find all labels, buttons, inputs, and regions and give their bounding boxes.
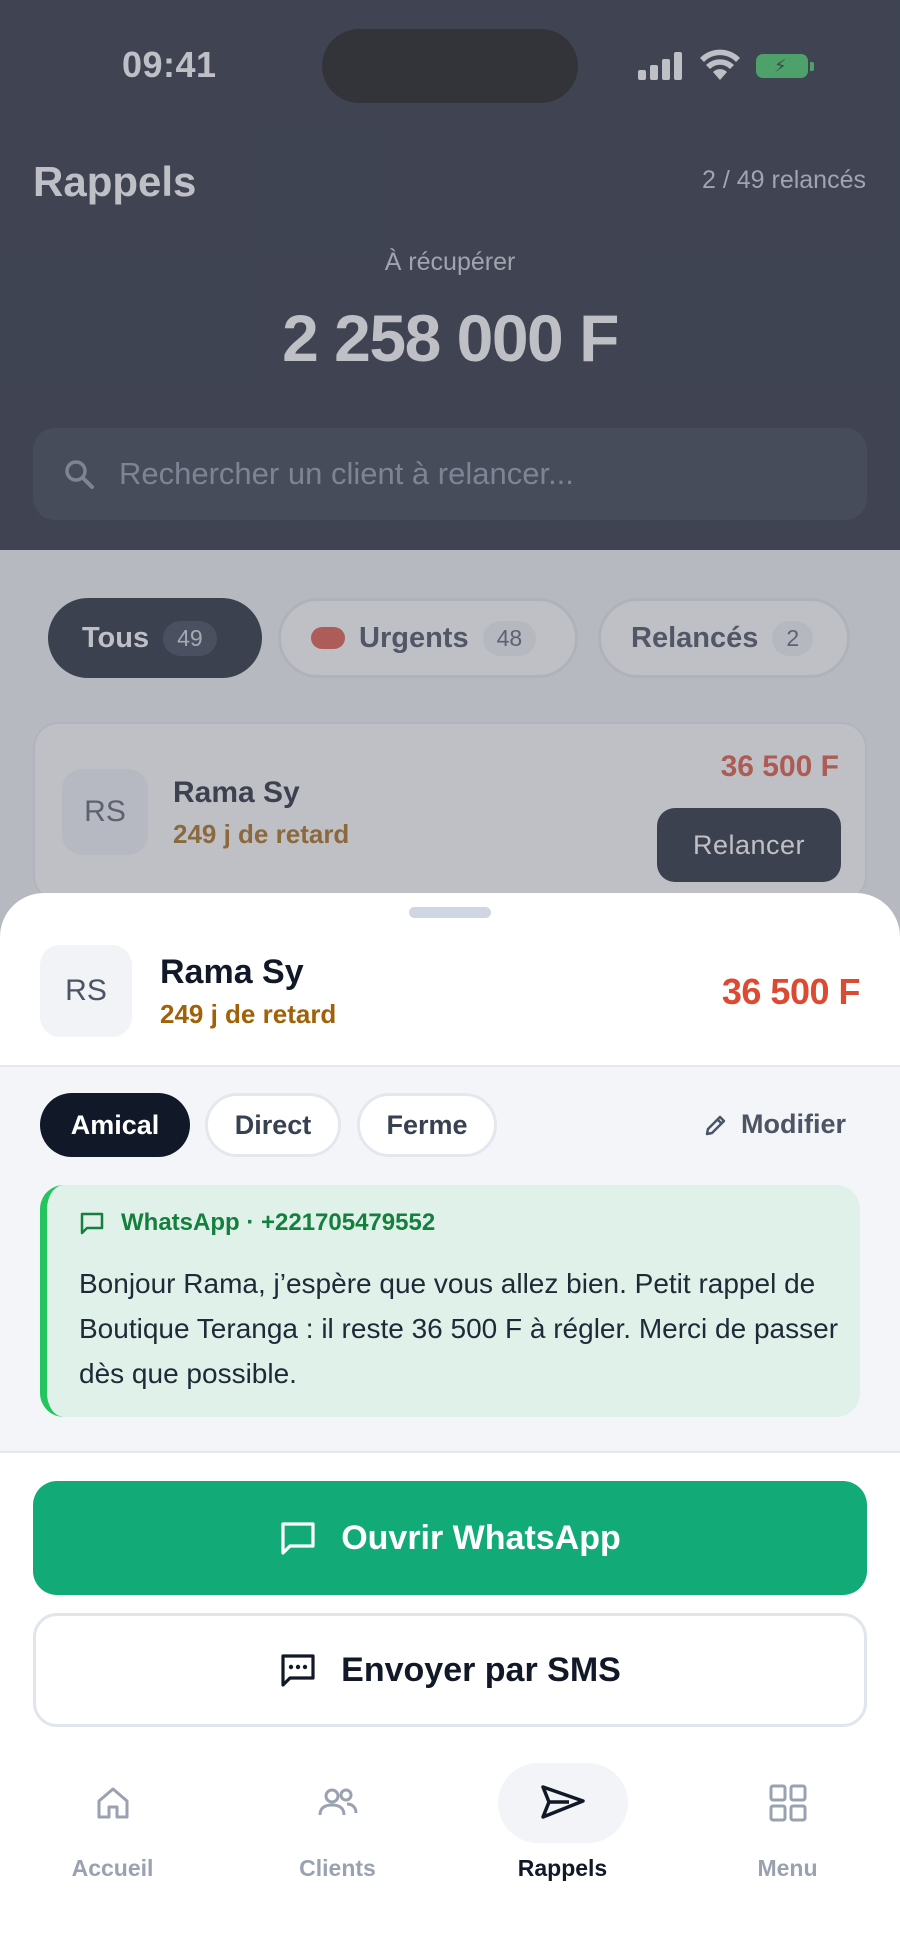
open-whatsapp-button[interactable]: Ouvrir WhatsApp [33,1481,867,1595]
message-composer: Amical Direct Ferme Modifier WhatsApp · … [0,1065,900,1453]
message-text: Bonjour Rama, j’espère que vous allez bi… [79,1268,839,1389]
nav-item-accueil[interactable]: Accueil [0,1748,225,1898]
chat-icon [80,1212,104,1235]
button-label: Envoyer par SMS [341,1650,621,1689]
chat-icon [281,1522,315,1555]
button-label: Ouvrir WhatsApp [341,1518,621,1557]
users-icon [273,1763,403,1843]
pencil-icon [705,1115,726,1135]
client-name: Rama Sy [160,953,304,991]
nav-label: Menu [757,1855,818,1881]
amount-due: 36 500 F [721,971,861,1012]
tone-direct-button[interactable]: Direct [205,1093,341,1157]
home-icon [48,1763,178,1843]
nav-label: Accueil [71,1855,154,1881]
send-sms-button[interactable]: Envoyer par SMS [33,1613,867,1727]
nav-item-rappels[interactable]: Rappels [450,1748,675,1898]
tone-amical-button[interactable]: Amical [40,1093,190,1157]
avatar: RS [40,945,132,1037]
grid-icon [723,1763,853,1843]
message-preview: WhatsApp · +221705479552 Bonjour Rama, j… [40,1185,860,1417]
nav-label: Clients [299,1855,376,1881]
message-channel: WhatsApp · +221705479552 [79,1209,435,1237]
reminder-bottom-sheet: RS Rama Sy 249 j de retard 36 500 F Amic… [0,893,900,1955]
days-late: 249 j de retard [160,999,337,1029]
nav-item-menu[interactable]: Menu [675,1748,900,1898]
channel-label: WhatsApp · +221705479552 [121,1209,436,1236]
sheet-drag-handle[interactable] [409,907,491,918]
bottom-nav: Accueil Clients Rappels Menu [0,1748,900,1955]
edit-message-button[interactable]: Modifier [703,1109,846,1140]
sms-icon [281,1654,315,1687]
nav-label: Rappels [517,1855,608,1881]
nav-item-clients[interactable]: Clients [225,1748,450,1898]
send-icon [497,1763,628,1843]
tone-ferme-button[interactable]: Ferme [357,1093,497,1157]
edit-label: Modifier [741,1109,846,1139]
